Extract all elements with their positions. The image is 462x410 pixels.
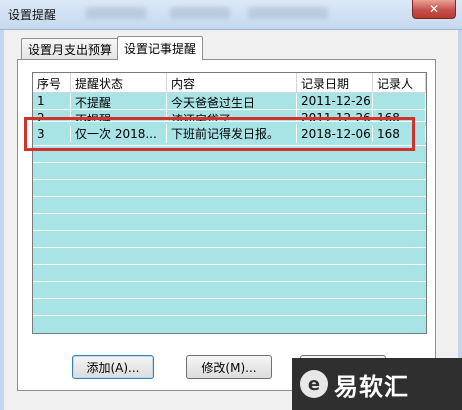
empty-row <box>33 163 426 180</box>
column-header-index[interactable]: 序号 <box>33 73 71 93</box>
cell-index: 1 <box>33 93 71 109</box>
cell-recorder: 168 <box>373 125 426 142</box>
cell-content: 今天爸爸过生日 <box>167 93 297 109</box>
list-item[interactable]: 2 不提醒 该还房贷了 2011-12-26 168 <box>33 110 426 122</box>
window-title: 设置提醒 <box>8 8 57 22</box>
edit-button-label: 修改(M)... <box>201 360 257 375</box>
empty-row <box>33 214 426 231</box>
cell-content: 该还房贷了 <box>167 110 297 121</box>
close-icon: ✕ <box>428 2 440 16</box>
cell-status: 不提醒 <box>71 93 167 109</box>
blurred-menu-bg <box>86 7 146 19</box>
e-logo-icon: e <box>300 370 328 398</box>
empty-row <box>33 248 426 265</box>
list-item[interactable]: 1 不提醒 今天爸爸过生日 2011-12-26 <box>33 93 426 110</box>
empty-row <box>33 146 426 163</box>
empty-row <box>33 180 426 197</box>
tab-note-reminder[interactable]: 设置记事提醒 <box>117 36 204 60</box>
column-header-content[interactable]: 内容 <box>167 73 297 93</box>
add-button-label: 添加(A)... <box>86 360 140 375</box>
close-button[interactable]: ✕ <box>412 0 456 19</box>
list-header: 序号 提醒状态 内容 记录日期 记录人 <box>33 73 426 93</box>
tab-label: 设置月支出预算 <box>28 43 113 57</box>
edit-button[interactable]: 修改(M)... <box>186 355 272 379</box>
empty-row <box>33 282 426 299</box>
reminder-list[interactable]: 序号 提醒状态 内容 记录日期 记录人 1 不提醒 今天爸爸过生日 2011-1… <box>32 72 427 334</box>
cell-content: 下班前记得发日报。 <box>167 124 297 143</box>
empty-row <box>33 299 426 316</box>
cell-date: 2011-12-26 <box>297 93 373 109</box>
column-header-recorder[interactable]: 记录人 <box>373 73 426 93</box>
blurred-menu-bg <box>170 7 230 19</box>
title-bar: 设置提醒 ✕ <box>0 0 462 30</box>
cell-status: 不提醒 <box>71 110 167 121</box>
blurred-menu-bg <box>248 7 328 19</box>
column-header-status[interactable]: 提醒状态 <box>71 73 167 93</box>
tab-monthly-budget[interactable]: 设置月支出预算 <box>21 38 120 60</box>
watermark-text: 易软汇 <box>334 372 409 401</box>
cell-date: 2011-12-26 <box>297 110 373 121</box>
cell-recorder <box>373 93 426 109</box>
empty-row <box>33 265 426 282</box>
empty-row <box>33 197 426 214</box>
cell-index: 3 <box>33 125 71 142</box>
cell-recorder: 168 <box>373 110 426 121</box>
cell-date: 2018-12-06 <box>297 125 373 142</box>
tab-label: 设置记事提醒 <box>124 42 197 56</box>
column-header-date[interactable]: 记录日期 <box>297 73 373 93</box>
list-item-selected[interactable]: 3 仅一次 2018... 下班前记得发日报。 2018-12-06 168 <box>33 122 426 146</box>
empty-row <box>33 231 426 248</box>
watermark-logo: e 易软汇 <box>292 358 462 410</box>
cell-status: 仅一次 2018... <box>71 124 167 143</box>
cell-index: 2 <box>33 110 71 121</box>
add-button[interactable]: 添加(A)... <box>72 355 154 379</box>
